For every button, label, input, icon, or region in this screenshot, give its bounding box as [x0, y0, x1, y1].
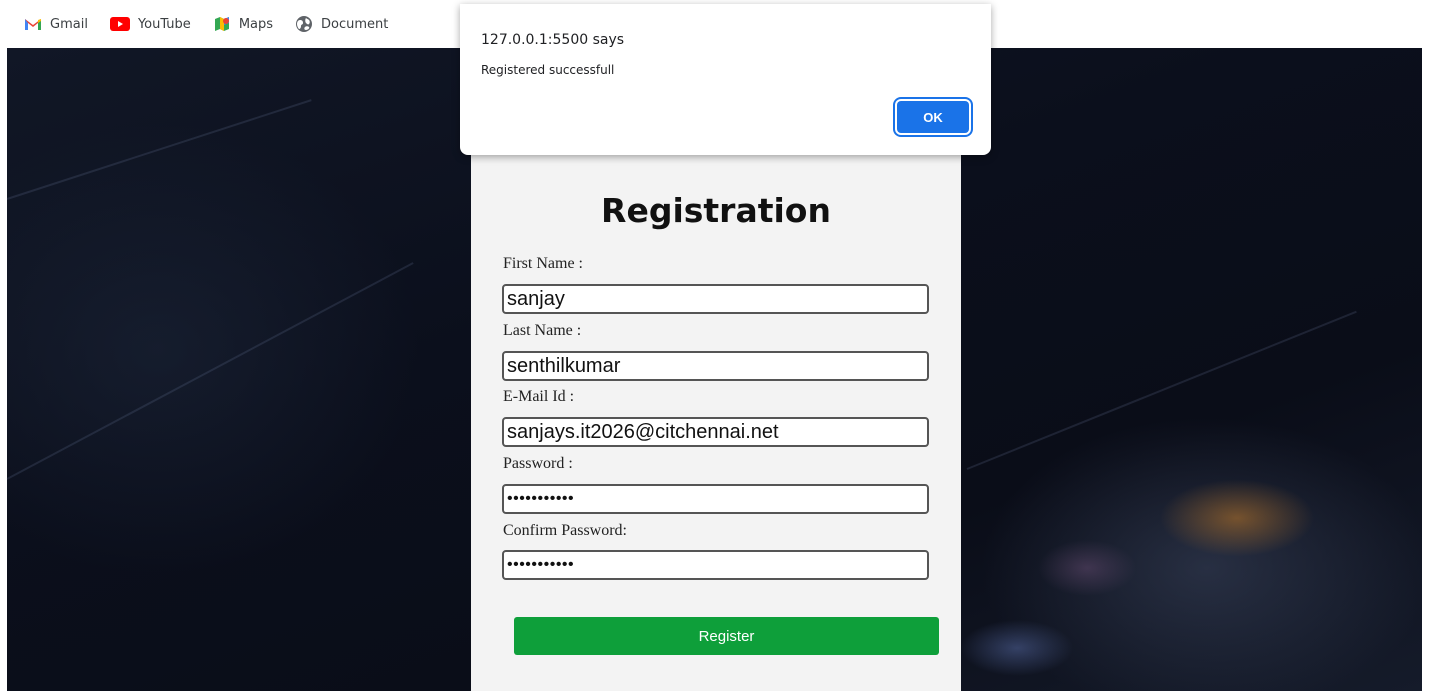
- last-name-label: Last Name :: [503, 322, 582, 339]
- dialog-message: Registered successfull: [481, 63, 615, 77]
- password-input[interactable]: •••••••••••: [502, 484, 929, 514]
- confirm-password-label: Confirm Password:: [503, 522, 627, 539]
- form-title: Registration: [601, 191, 831, 230]
- bookmark-maps[interactable]: Maps: [213, 9, 273, 39]
- bookmark-label: YouTube: [137, 16, 191, 32]
- first-name-input[interactable]: sanjay: [502, 284, 929, 314]
- alert-dialog: 127.0.0.1:5500 says Registered successfu…: [460, 4, 991, 155]
- maps-icon: [214, 17, 229, 31]
- youtube-icon: [109, 17, 130, 31]
- confirm-password-input[interactable]: •••••••••••: [502, 550, 929, 580]
- bookmark-youtube[interactable]: YouTube: [109, 9, 191, 39]
- gmail-icon: [25, 19, 41, 30]
- background-streak: [6, 262, 414, 480]
- email-label: E-Mail Id :: [503, 388, 575, 405]
- last-name-input[interactable]: senthilkumar: [502, 351, 929, 381]
- first-name-label: First Name :: [503, 255, 583, 272]
- bookmark-document[interactable]: Document: [295, 9, 388, 39]
- email-input[interactable]: sanjays.it2026@citchennai.net: [502, 417, 929, 447]
- background-streak: [6, 99, 312, 200]
- ok-button[interactable]: OK: [897, 101, 969, 133]
- background-streak: [966, 310, 1357, 470]
- bookmark-label: Gmail: [50, 16, 88, 32]
- dialog-title: 127.0.0.1:5500 says: [481, 32, 625, 48]
- password-label: Password :: [503, 455, 573, 472]
- bookmark-label: Maps: [238, 16, 274, 32]
- register-button[interactable]: Register: [514, 617, 939, 655]
- globe-icon: [296, 16, 313, 32]
- bookmark-gmail[interactable]: Gmail: [24, 9, 88, 39]
- registration-card: Registration First Name : sanjay Last Na…: [471, 155, 961, 691]
- bookmark-label: Document: [321, 16, 389, 32]
